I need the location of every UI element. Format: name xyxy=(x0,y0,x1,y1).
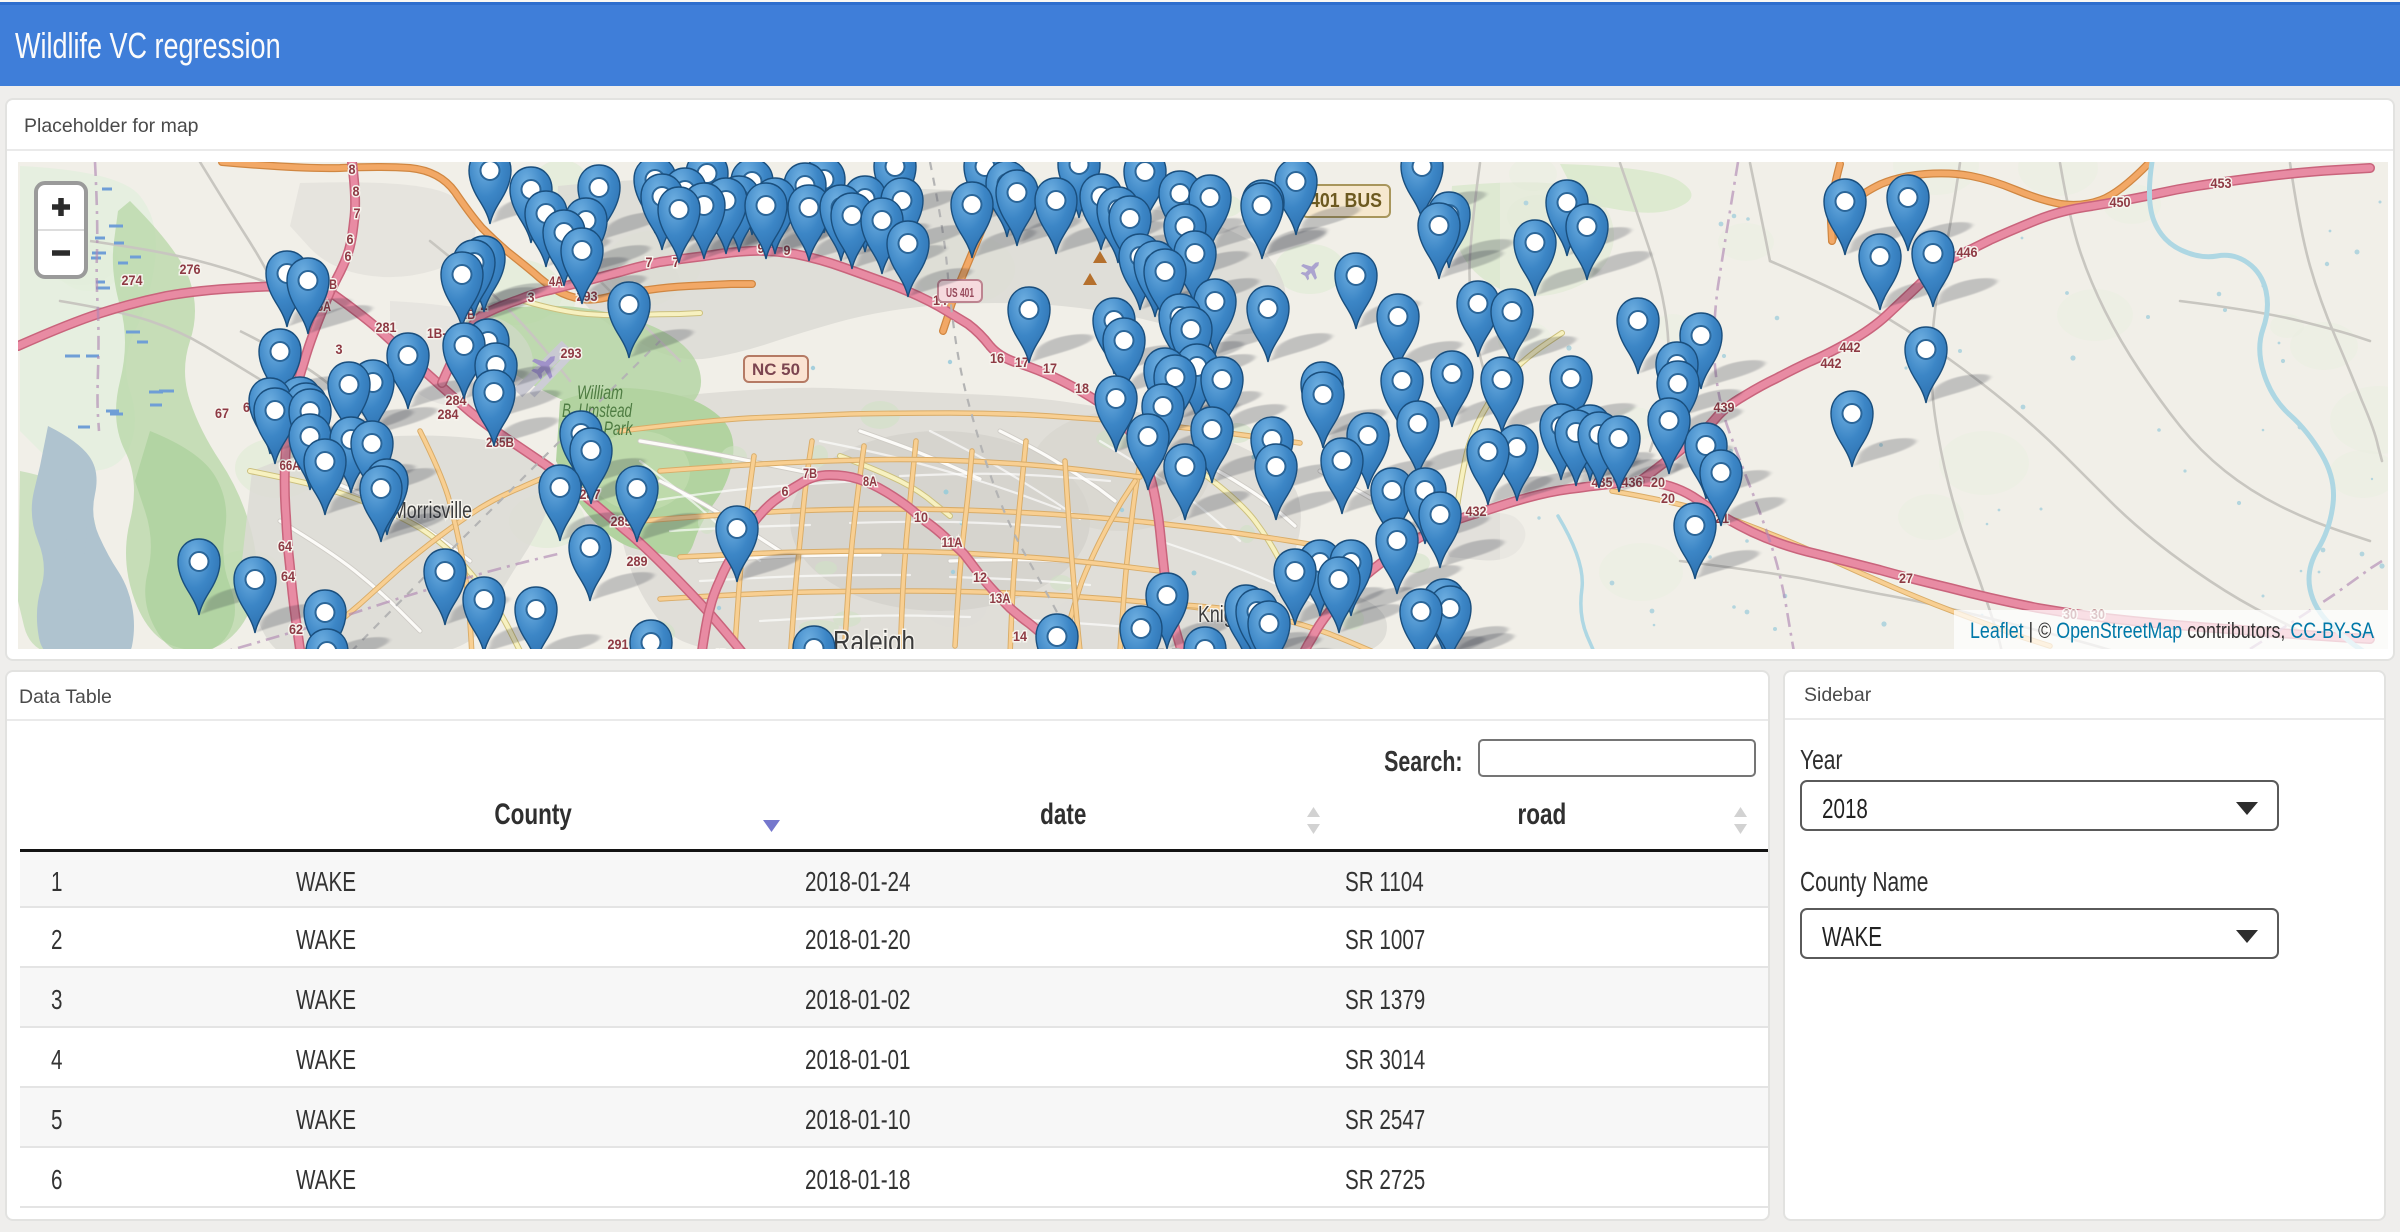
svg-text:7B: 7B xyxy=(803,466,817,481)
svg-text:291: 291 xyxy=(608,637,629,649)
svg-text:6: 6 xyxy=(782,484,789,499)
svg-text:7: 7 xyxy=(646,255,653,270)
svg-text:20: 20 xyxy=(1661,491,1675,506)
svg-text:17: 17 xyxy=(1043,361,1057,376)
svg-text:453: 453 xyxy=(2211,176,2232,191)
svg-text:18: 18 xyxy=(1075,381,1089,396)
svg-text:US 401: US 401 xyxy=(946,285,974,300)
svg-text:62: 62 xyxy=(289,622,303,637)
svg-text:274: 274 xyxy=(122,273,143,288)
svg-text:8: 8 xyxy=(353,184,360,199)
svg-text:442: 442 xyxy=(1840,340,1861,355)
svg-text:281: 281 xyxy=(376,320,397,335)
svg-text:11A: 11A xyxy=(942,535,963,550)
svg-text:3: 3 xyxy=(336,342,343,357)
svg-text:16: 16 xyxy=(990,351,1004,366)
svg-text:27: 27 xyxy=(1899,571,1913,586)
svg-text:1D: 1D xyxy=(714,647,728,649)
svg-text:NC 50: NC 50 xyxy=(752,360,800,379)
svg-text:293: 293 xyxy=(561,346,582,361)
svg-text:Leaflet | © OpenStreetMap cont: Leaflet | © OpenStreetMap contributors, … xyxy=(1970,618,2374,643)
svg-text:6: 6 xyxy=(345,249,352,264)
svg-text:10: 10 xyxy=(914,510,928,525)
svg-text:284: 284 xyxy=(438,407,459,422)
svg-text:67: 67 xyxy=(215,406,229,421)
svg-text:64: 64 xyxy=(278,539,292,554)
svg-text:12: 12 xyxy=(973,570,987,585)
svg-text:7: 7 xyxy=(354,206,361,221)
svg-text:289: 289 xyxy=(627,554,648,569)
svg-text:Raleigh: Raleigh xyxy=(833,624,915,649)
svg-text:446: 446 xyxy=(1957,245,1978,260)
svg-text:64: 64 xyxy=(281,569,295,584)
svg-text:442: 442 xyxy=(1821,356,1842,371)
svg-text:6: 6 xyxy=(347,232,354,247)
svg-text:8: 8 xyxy=(349,162,356,177)
svg-text:276: 276 xyxy=(180,262,201,277)
svg-text:14: 14 xyxy=(1013,629,1027,644)
svg-text:8A: 8A xyxy=(863,474,877,489)
svg-text:13A: 13A xyxy=(990,591,1011,606)
svg-text:450: 450 xyxy=(2110,195,2131,210)
